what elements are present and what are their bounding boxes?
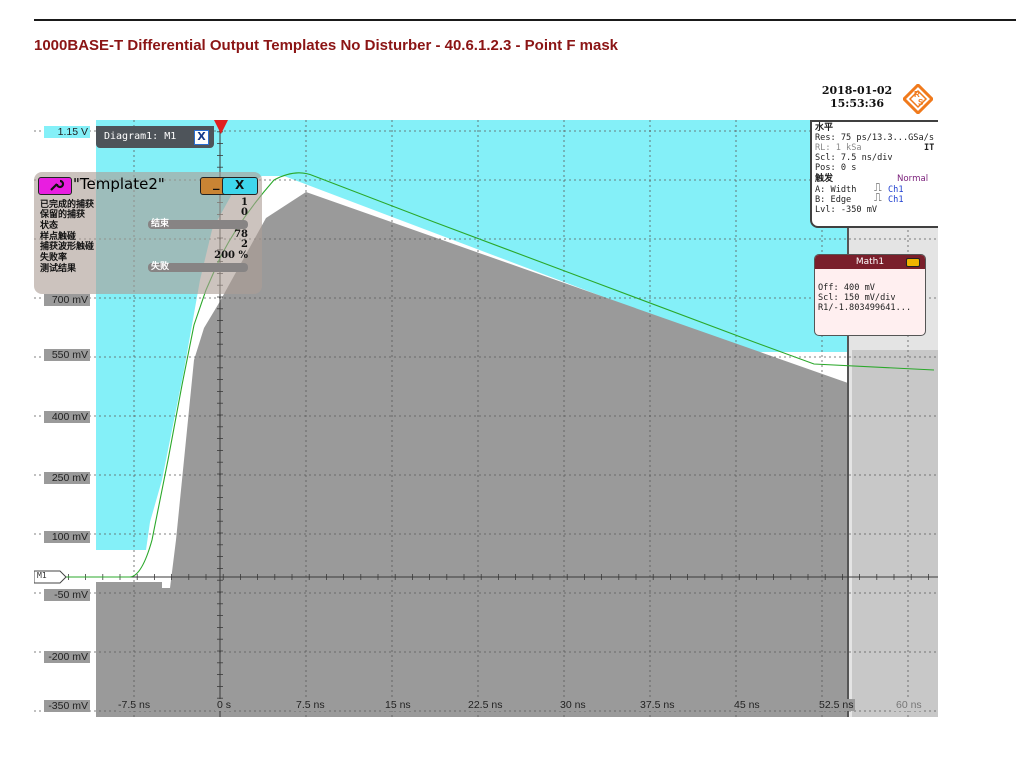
y-axis-label: 1.15 V — [44, 126, 90, 138]
template-row-value: 0 — [241, 207, 248, 218]
trigger-b-channel: Ch1 — [888, 195, 904, 205]
trigger-a-channel: Ch1 — [888, 185, 904, 195]
x-axis-label: 52.5 ns — [817, 699, 856, 711]
wrench-icon — [50, 179, 65, 191]
time-label: 15:53:36 — [829, 97, 885, 110]
x-axis-label: 30 ns — [558, 699, 588, 711]
svg-text:S: S — [918, 98, 924, 107]
position-readout: Pos: 0 s — [815, 163, 857, 173]
x-axis-label: 15 ns — [383, 699, 413, 711]
template-row-value: 200 % — [214, 250, 248, 261]
record-length-suffix: IT — [924, 143, 935, 153]
math1-toggle-icon[interactable] — [906, 258, 920, 267]
falling-edge-icon: ⎍ — [874, 191, 882, 204]
math1-reference: R1/-1.803499641... — [818, 303, 912, 313]
y-axis-label: 250 mV — [44, 472, 90, 484]
trigger-level-readout: Lvl: -350 mV — [815, 205, 878, 215]
x-axis-label: 45 ns — [732, 699, 762, 711]
math1-scale: Scl: 150 mV/div — [818, 293, 896, 303]
close-icon: X — [235, 178, 245, 192]
diagram-tab-label: Diagram1: M1 — [104, 131, 177, 142]
diagram-tab-close-button[interactable]: X — [194, 130, 209, 145]
resolution-readout: Res: 75 ps/13.3...GSa/s — [815, 133, 934, 143]
rohde-schwarz-logo: R S — [903, 84, 933, 114]
template-row-label: 测试结果 — [40, 264, 77, 274]
trigger-mode: Normal — [897, 174, 929, 184]
y-axis-label: 550 mV — [44, 349, 90, 361]
document-title: 1000BASE-T Differential Output Templates… — [34, 37, 619, 54]
minimize-icon: _ — [213, 176, 220, 191]
y-axis-label: -350 mV — [44, 700, 90, 712]
diagram-tab[interactable]: Diagram1: M1 X — [96, 126, 214, 148]
x-axis-label: 37.5 ns — [638, 699, 677, 711]
record-length-readout: RL: 1 kSa — [815, 143, 862, 153]
template-result-panel[interactable]: "Template2" _ X 已完成的捕获 1 保留的捕获 0 状态 结束 样点触碰 78 捕… — [34, 172, 262, 294]
x-axis-label: -7.5 ns — [116, 699, 153, 711]
y-axis-label: -50 mV — [44, 589, 90, 601]
template-row-value: 2 — [241, 239, 248, 250]
y-axis-label: 700 mV — [44, 294, 90, 306]
template-status-bar: 失败 — [148, 263, 248, 272]
horizontal-header: 水平 — [815, 123, 834, 133]
y-axis-label: 400 mV — [44, 411, 90, 423]
template-name: "Template2" — [73, 175, 165, 193]
y-axis-label: 100 mV — [44, 531, 90, 543]
horizontal-settings-panel[interactable]: 水平 Res: 75 ps/13.3...GSa/s RL: 1 kSa IT … — [810, 120, 938, 228]
template-status-bar: 结束 — [148, 220, 248, 229]
date-label: 2018-01-02 — [821, 84, 893, 97]
x-axis-label: 7.5 ns — [294, 699, 327, 711]
template-close-button[interactable]: X — [222, 177, 258, 195]
x-axis-label: 22.5 ns — [466, 699, 505, 711]
x-axis-label: 0 s — [215, 699, 234, 711]
y-axis-label: -200 mV — [44, 651, 90, 663]
x-axis-label: 60 ns — [894, 699, 924, 711]
trigger-b-readout: B: Edge — [815, 195, 852, 205]
scale-readout: Scl: 7.5 ns/div — [815, 153, 893, 163]
right-overflow-shade — [852, 350, 938, 717]
math1-offset: Off: 400 mV — [818, 283, 875, 293]
trigger-header: 触发 — [815, 174, 834, 184]
math1-panel[interactable]: Math1 Off: 400 mV Scl: 150 mV/div R1/-1.… — [814, 254, 926, 336]
template-settings-button[interactable] — [38, 177, 72, 195]
m1-marker-label: M1 — [37, 571, 47, 580]
oscilloscope-screen[interactable]: M1 1.15 V 700 mV 550 mV 400 mV 250 mV 100 mV -… — [34, 120, 938, 717]
trigger-a-readout: A: Width — [815, 185, 857, 195]
top-rule — [34, 19, 1016, 21]
timestamp: 2018-01-02 15:53:36 — [812, 84, 902, 110]
